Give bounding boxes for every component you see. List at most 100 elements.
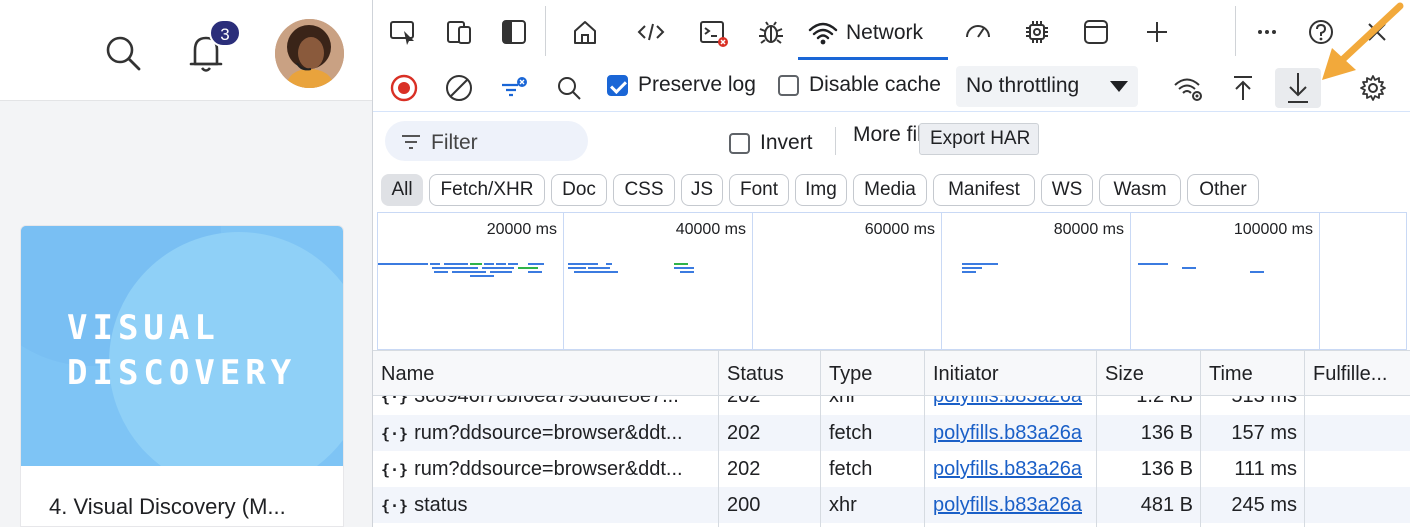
filter-chip-all[interactable]: All: [381, 174, 423, 206]
cell-size: 481 B: [1140, 494, 1193, 516]
table-row[interactable]: {·} rum?ddsource=browser&ddt... 202 fetch po…: [373, 415, 1410, 451]
performance-gauge-icon[interactable]: [958, 12, 998, 52]
import-har-button[interactable]: [1225, 70, 1261, 106]
timeline-tick-label: 60000 ms: [864, 221, 935, 238]
timeline-request-bar: [452, 271, 486, 273]
timeline-gridline: [1319, 213, 1320, 351]
cell-initiator[interactable]: polyfills.b83a26a: [925, 396, 1097, 414]
request-table-body: {·} 3c8946f7cbf0ea793ddfe8e7... 202 xhr poly…: [373, 396, 1410, 527]
filter-chip-wasm[interactable]: Wasm: [1099, 174, 1181, 206]
table-row[interactable]: {·} rum?ddsource=browser&ddt... 202 fetch po…: [373, 451, 1410, 487]
column-header-time[interactable]: Time: [1201, 351, 1305, 397]
timeline-gridline: [941, 213, 942, 351]
help-icon[interactable]: [1301, 12, 1341, 52]
json-request-icon: {·}: [381, 425, 409, 443]
filter-toggle-button[interactable]: [495, 70, 531, 106]
column-header-size[interactable]: Size: [1097, 351, 1201, 397]
course-card[interactable]: VISUAL DISCOVERY 4. Visual Discovery (M..…: [20, 225, 344, 527]
throttling-value: No throttling: [966, 74, 1080, 97]
network-settings-button[interactable]: [1355, 70, 1391, 106]
cell-name: {·} rum?ddsource=browser&ddt...: [381, 458, 683, 480]
timeline-request-bar: [1138, 263, 1168, 265]
tab-network[interactable]: Network: [798, 8, 948, 60]
cell-initiator[interactable]: polyfills.b83a26a: [925, 487, 1097, 523]
avatar[interactable]: [275, 19, 344, 88]
elements-code-icon[interactable]: [631, 12, 671, 52]
cell-time: 157 ms: [1231, 422, 1297, 444]
timeline-request-bar: [482, 267, 514, 269]
device-emulation-icon[interactable]: [439, 12, 479, 52]
console-icon[interactable]: [693, 12, 733, 52]
invert-checkbox[interactable]: [729, 133, 750, 154]
download-icon: [1288, 73, 1308, 103]
cell-initiator[interactable]: polyfills.b83a26a: [925, 415, 1097, 451]
table-row[interactable]: {·} 3c8946f7cbf0ea793ddfe8e7... 202 xhr poly…: [373, 396, 1410, 414]
filter-chip-img[interactable]: Img: [795, 174, 847, 206]
card-thumbnail: VISUAL DISCOVERY: [21, 226, 343, 466]
table-row[interactable]: {·} status 200 xhr polyfills.b83a26a 481 B 245…: [373, 487, 1410, 523]
column-separator: [1200, 396, 1201, 527]
memory-chip-icon[interactable]: [1017, 12, 1057, 52]
timeline-request-bar: [588, 267, 610, 269]
filter-chip-js[interactable]: JS: [681, 174, 723, 206]
filter-chip-manifest[interactable]: Manifest: [933, 174, 1035, 206]
column-separator: [924, 396, 925, 527]
filter-chip-media[interactable]: Media: [853, 174, 927, 206]
clear-log-button[interactable]: [441, 70, 477, 106]
application-window-icon[interactable]: [1076, 12, 1116, 52]
cell-initiator[interactable]: polyfills.b83a26a: [925, 451, 1097, 487]
json-request-icon: {·}: [381, 396, 409, 406]
network-overview-timeline[interactable]: 20000 ms 40000 ms 60000 ms 80000 ms 100000 m…: [377, 212, 1407, 351]
cell-size: 136 B: [1140, 458, 1193, 480]
card-title[interactable]: 4. Visual Discovery (M...: [49, 494, 286, 520]
record-button[interactable]: [386, 70, 422, 106]
filter-chip-ws[interactable]: WS: [1041, 174, 1093, 206]
timeline-request-bar: [574, 271, 618, 273]
column-separator: [718, 396, 719, 527]
column-header-name[interactable]: Name: [373, 351, 719, 397]
notification-badge: 3: [209, 19, 241, 47]
devtools-tab-bar: Network: [373, 0, 1410, 60]
resource-type-filters: All Fetch/XHR Doc CSS JS Font Img Media Manifest…: [373, 170, 1410, 208]
disable-cache-checkbox[interactable]: [778, 75, 799, 96]
filter-row: Filter Invert More filters: [373, 113, 1410, 165]
export-har-button[interactable]: [1275, 68, 1321, 108]
search-icon: [106, 36, 141, 71]
welcome-home-icon[interactable]: [565, 12, 605, 52]
search-network-button[interactable]: [551, 70, 587, 106]
search-button[interactable]: [100, 30, 146, 76]
filter-chip-fetchxhr[interactable]: Fetch/XHR: [429, 174, 545, 206]
filter-chip-other[interactable]: Other: [1187, 174, 1259, 206]
throttling-select[interactable]: No throttling: [956, 66, 1138, 107]
column-header-initiator[interactable]: Initiator: [925, 351, 1097, 397]
more-options-icon[interactable]: [1247, 12, 1287, 52]
filter-chip-doc[interactable]: Doc: [551, 174, 607, 206]
timeline-request-bar: [490, 271, 512, 273]
timeline-request-bar: [568, 267, 586, 269]
dock-sidebar-icon[interactable]: [494, 12, 534, 52]
preserve-log-checkbox[interactable]: [607, 75, 628, 96]
cell-type: xhr: [829, 494, 857, 516]
invert-label[interactable]: Invert: [760, 131, 813, 155]
card-thumbnail-text: VISUAL DISCOVERY: [67, 308, 297, 393]
more-tools-plus-icon[interactable]: [1137, 12, 1177, 52]
column-header-status[interactable]: Status: [719, 351, 821, 397]
search-icon: [558, 77, 581, 100]
close-devtools-icon[interactable]: [1357, 12, 1397, 52]
inspect-element-icon[interactable]: [383, 12, 423, 52]
timeline-request-bar: [962, 267, 982, 269]
filter-input[interactable]: Filter: [385, 121, 588, 161]
timeline-request-bar: [528, 271, 542, 273]
disable-cache-label[interactable]: Disable cache: [809, 73, 941, 97]
debugger-bug-icon[interactable]: [751, 12, 791, 52]
cell-time: 111 ms: [1234, 458, 1297, 480]
preserve-log-label[interactable]: Preserve log: [638, 73, 756, 97]
cell-status: 200: [727, 494, 761, 516]
filter-chip-font[interactable]: Font: [729, 174, 789, 206]
column-header-type[interactable]: Type: [821, 351, 925, 397]
dropdown-arrow-icon: [1110, 81, 1128, 92]
column-header-fulfille[interactable]: Fulfille...: [1305, 351, 1410, 397]
filter-chip-css[interactable]: CSS: [613, 174, 675, 206]
network-conditions-button[interactable]: [1171, 70, 1207, 106]
clear-icon: [446, 75, 472, 101]
